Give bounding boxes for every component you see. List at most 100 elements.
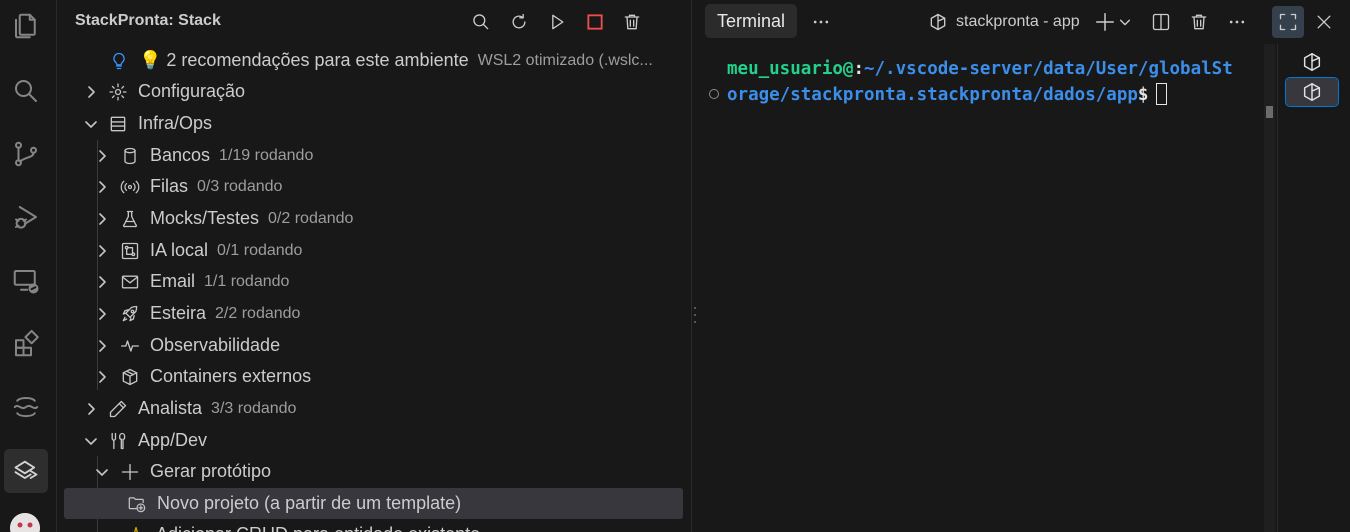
- prompt-path-1: ~/.vscode-server/data/User/globalSt: [863, 59, 1233, 79]
- tree-item-label: Bancos: [150, 145, 211, 165]
- gear-icon: [108, 82, 128, 102]
- search-icon[interactable]: [467, 8, 495, 36]
- chevron-right-icon: [88, 85, 95, 98]
- tree-item-label: Gerar protótipo: [150, 461, 272, 481]
- tree-item-label: IA local: [150, 240, 209, 260]
- tree-item-label: Email: [150, 271, 196, 291]
- beaker-icon: [120, 209, 140, 229]
- pencil-icon: [108, 399, 128, 419]
- terminal-name: stackpronta - app: [956, 13, 1080, 30]
- tree-item-description: 0/1 rodando: [217, 241, 303, 259]
- chevron-right-icon: [99, 307, 106, 320]
- tree-item-esteira[interactable]: Esteira 2/2 rodando: [57, 298, 691, 329]
- tools-icon: [108, 431, 128, 451]
- tree-item-observabilidade[interactable]: Observabilidade: [57, 330, 691, 361]
- close-icon[interactable]: [1310, 8, 1338, 36]
- explorer-icon[interactable]: [4, 4, 48, 48]
- tree-item-configuracao[interactable]: Configuração: [57, 76, 691, 107]
- chevron-right-icon: [99, 275, 106, 288]
- terminal-shell-icon: [1303, 53, 1321, 71]
- terminal-shell-icon: [928, 12, 948, 32]
- terminal-selector[interactable]: stackpronta - app: [928, 8, 1080, 36]
- stackpronta-icon[interactable]: [4, 449, 48, 493]
- tree-item-label: Observabilidade: [150, 335, 281, 355]
- trash-icon[interactable]: [1185, 8, 1213, 36]
- terminal-list: [1277, 44, 1350, 532]
- database-icon: [120, 146, 140, 166]
- chevron-right-icon: [99, 180, 106, 193]
- run-debug-icon[interactable]: [4, 195, 48, 239]
- tree-item-label: Novo projeto (a partir de um template): [157, 493, 462, 513]
- tree-item-email[interactable]: Email 1/1 rodando: [57, 266, 691, 297]
- tree-item-description: 2/2 rodando: [215, 304, 301, 322]
- tree-item-novo-projeto[interactable]: Novo projeto (a partir de um template): [64, 488, 683, 519]
- chevron-right-icon: [88, 402, 95, 415]
- tree-item-bancos[interactable]: Bancos 1/19 rodando: [57, 140, 691, 171]
- tree-item-label: Filas: [150, 176, 189, 196]
- pulse-icon: [120, 336, 140, 356]
- refresh-icon[interactable]: [505, 8, 533, 36]
- lightbulb-icon: [109, 51, 129, 71]
- prompt-separator: :: [853, 59, 864, 79]
- maximize-icon[interactable]: [1272, 6, 1304, 38]
- chevron-down-icon: [96, 468, 108, 476]
- chevron-right-icon: [99, 339, 106, 352]
- prompt-user: meu_usuario@: [727, 59, 854, 79]
- plus-icon[interactable]: [1091, 8, 1119, 36]
- chevron-right-icon: [99, 370, 106, 383]
- tree-item-containers-externos[interactable]: Containers externos: [57, 361, 691, 392]
- play-icon[interactable]: [543, 8, 571, 36]
- drag-handle-icon: [694, 307, 696, 323]
- chevron-down-icon[interactable]: [1116, 8, 1134, 36]
- new-folder-icon: [127, 494, 147, 514]
- account-avatar[interactable]: [10, 513, 40, 532]
- tree-item-filas[interactable]: Filas 0/3 rodando: [57, 171, 691, 202]
- terminal-cursor: [1156, 83, 1168, 105]
- source-control-icon[interactable]: [4, 132, 48, 176]
- prompt-symbol: $: [1137, 85, 1149, 105]
- prompt-line-2: orage/stackpronta.stackpronta/dados/app$: [727, 83, 1168, 105]
- tree-item-gerar-prototipo[interactable]: Gerar protótipo: [57, 456, 691, 487]
- chevron-right-icon: [99, 212, 106, 225]
- more-icon[interactable]: [1223, 8, 1251, 36]
- tree-item-label: Esteira: [150, 303, 207, 323]
- chevron-down-icon: [85, 120, 97, 128]
- tree-item-description: 1/1 rodando: [204, 272, 290, 290]
- tree-item-adicionar-crud[interactable]: Adicionar CRUD para entidade existente: [57, 519, 691, 532]
- split-icon[interactable]: [1147, 8, 1175, 36]
- chevron-right-icon: [99, 149, 106, 162]
- tree-item-label: Infra/Ops: [138, 113, 213, 133]
- tree-item-label: Adicionar CRUD para entidade existente: [156, 524, 480, 532]
- tree-item-mocks-testes[interactable]: Mocks/Testes 0/2 rodando: [57, 203, 691, 234]
- mail-icon: [120, 272, 140, 292]
- terminal-output[interactable]: meu_usuario@:~/.vscode-server/data/User/…: [697, 44, 1275, 532]
- remote-explorer-icon[interactable]: [4, 259, 48, 303]
- extensions-icon[interactable]: [4, 322, 48, 366]
- tree-item-ia-local[interactable]: IA local 0/1 rodando: [57, 235, 691, 266]
- panel-tab-bar: Terminal stackpronta - app: [697, 0, 1350, 44]
- tree-item-analista[interactable]: Analista 3/3 rodando: [57, 393, 691, 424]
- tree-item-recommendations[interactable]: 💡 2 recomendações para este ambiente WSL…: [57, 45, 691, 76]
- tab-terminal[interactable]: Terminal: [705, 4, 797, 38]
- prompt-line-1: meu_usuario@:~/.vscode-server/data/User/…: [727, 59, 1233, 79]
- stop-icon[interactable]: [581, 8, 609, 36]
- tree-item-description: 0/3 rodando: [197, 177, 283, 195]
- terminal-shell-icon: [1303, 83, 1321, 101]
- package-icon: [120, 367, 140, 387]
- tree-item-app-dev[interactable]: App/Dev: [57, 425, 691, 456]
- terminal-list-item[interactable]: [1286, 48, 1338, 76]
- chevron-right-icon: [99, 244, 106, 257]
- tree-item-infra-ops[interactable]: Infra/Ops: [57, 108, 691, 139]
- sidebar-header: StackPronta: Stack: [57, 0, 691, 44]
- more-icon[interactable]: [807, 8, 835, 36]
- trash-icon[interactable]: [618, 8, 646, 36]
- wave-icon[interactable]: [4, 385, 48, 429]
- tree-item-label: Analista: [138, 398, 203, 418]
- terminal-list-item-active[interactable]: [1285, 77, 1339, 107]
- terminal-scrollbar[interactable]: [1264, 44, 1275, 532]
- tree-item-description: 0/2 rodando: [268, 209, 354, 227]
- search-icon[interactable]: [4, 69, 48, 113]
- scrollbar-thumb[interactable]: [1266, 106, 1273, 118]
- chevron-down-icon: [85, 437, 97, 445]
- command-decoration-icon[interactable]: [709, 89, 719, 99]
